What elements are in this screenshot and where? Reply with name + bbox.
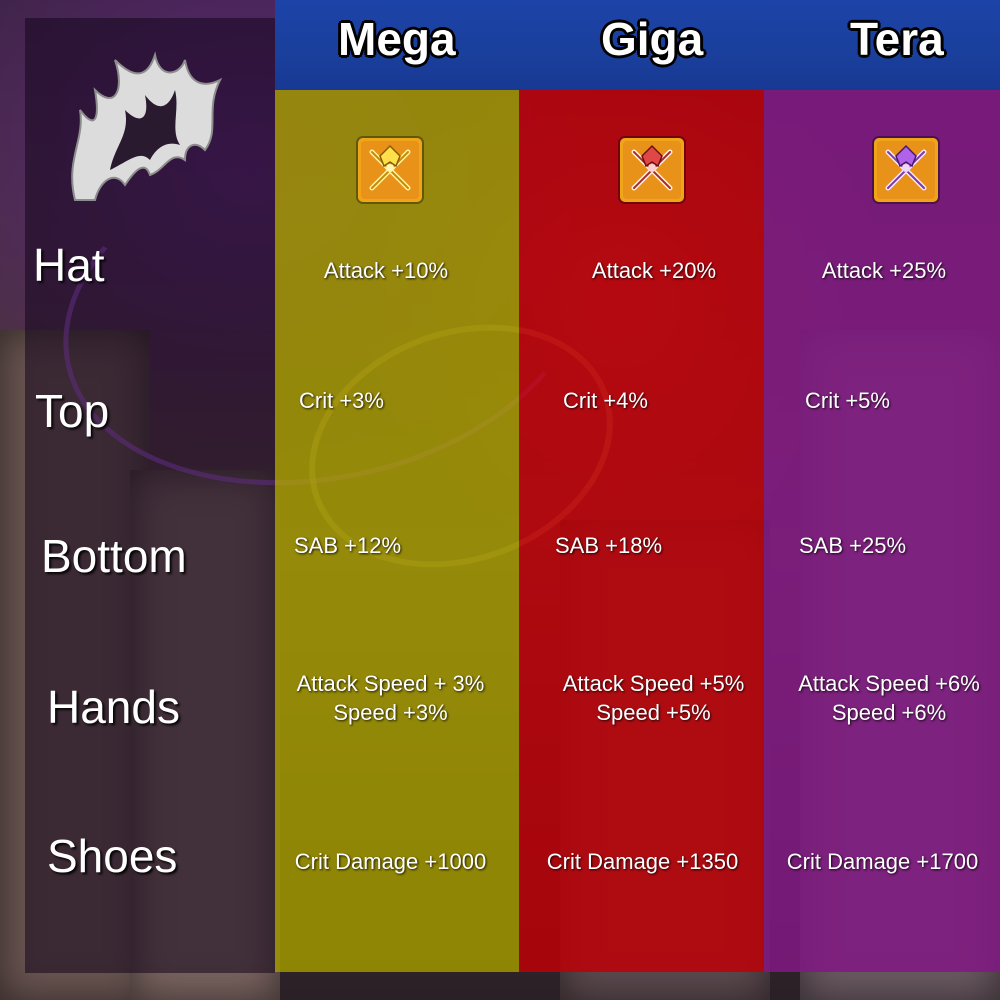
stat-line: Attack Speed +6% — [798, 671, 980, 696]
stat-cell: Attack +10% — [323, 258, 449, 283]
row-label-hands: Hands — [47, 681, 180, 733]
stat-cell: SAB +25% — [799, 533, 907, 558]
tier-title-mega: Mega — [338, 13, 456, 65]
stat-cell: SAB +18% — [555, 533, 663, 558]
stat-line: Attack Speed +5% — [562, 671, 745, 696]
flame-crest-icon — [55, 50, 235, 210]
row-label-shoes: Shoes — [47, 830, 178, 882]
stat-line: Attack Speed + 3% — [296, 671, 485, 696]
row-label-hat: Hat — [33, 239, 105, 291]
stat-cell: Attack Speed +6% Speed +6% — [778, 669, 1000, 727]
tier-title-giga: Giga — [601, 13, 704, 65]
stat-cell: Crit +5% — [805, 388, 890, 413]
stat-line: Speed +3% — [333, 700, 448, 725]
row-label-top: Top — [35, 385, 110, 437]
tier-title-tera: Tera — [850, 13, 944, 65]
stat-cell: Crit +4% — [563, 388, 648, 413]
stat-cell: Crit Damage +1350 — [546, 849, 739, 874]
stat-cell: Attack Speed +5% Speed +5% — [541, 669, 766, 727]
stat-cell: SAB +12% — [294, 533, 402, 558]
stat-line: Speed +5% — [596, 700, 711, 725]
stat-cell: Crit Damage +1000 — [294, 849, 487, 874]
stat-cell: Crit Damage +1700 — [786, 849, 979, 874]
mega-axe-emblem-icon — [358, 138, 422, 202]
row-label-bottom: Bottom — [41, 530, 187, 582]
stat-cell: Attack +20% — [591, 258, 717, 283]
stat-cell: Crit +3% — [299, 388, 384, 413]
stat-cell: Attack Speed + 3% Speed +3% — [278, 669, 503, 727]
stat-line: Speed +6% — [831, 700, 947, 725]
giga-axe-emblem-icon — [620, 138, 684, 202]
tera-axe-emblem-icon — [874, 138, 938, 202]
stat-cell: Attack +25% — [821, 258, 947, 283]
